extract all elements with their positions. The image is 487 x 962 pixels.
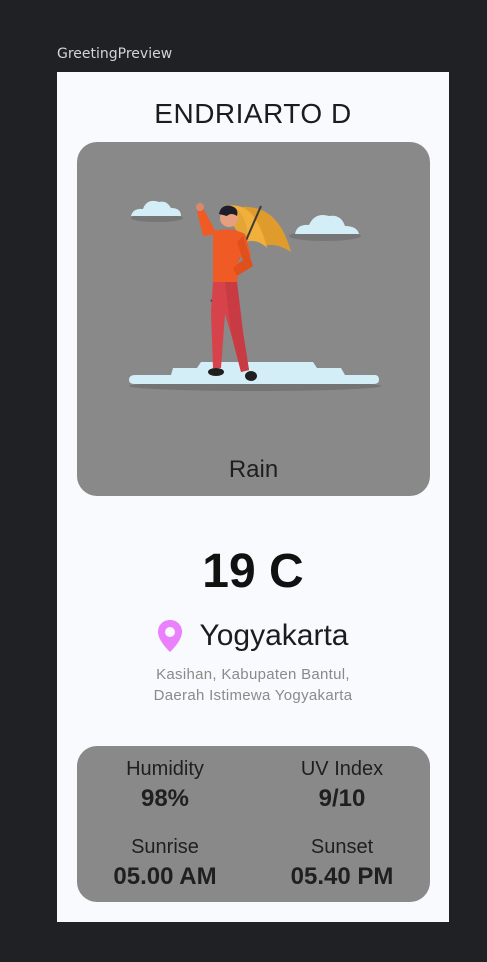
location-row: Yogyakarta — [57, 616, 449, 656]
weather-stats-card: Humidity 98% UV Index 9/10 Sunrise 05.00… — [77, 746, 430, 902]
address-line-1: Kasihan, Kabupaten Bantul, — [156, 666, 350, 683]
humidity-stat: Humidity 98% — [77, 758, 253, 813]
uv-index-value: 9/10 — [318, 785, 366, 812]
cloud-right-icon — [289, 215, 361, 241]
preview-label: GreetingPreview — [57, 46, 173, 62]
user-name-title: ENDRIARTO D — [154, 98, 352, 129]
sunrise-value: 05.00 AM — [113, 863, 217, 890]
address-line-2: Daerah Istimewa Yogyakarta — [153, 687, 353, 704]
sunrise-stat: Sunrise 05.00 AM — [77, 836, 253, 891]
city-name: Yogyakarta — [199, 619, 349, 652]
cloud-left-icon — [131, 200, 183, 222]
person-with-umbrella-illustration — [129, 200, 381, 391]
humidity-label: Humidity — [126, 758, 204, 780]
humidity-value: 98% — [140, 785, 190, 812]
uv-index-stat: UV Index 9/10 — [254, 758, 430, 813]
weather-condition-label: Rain — [228, 456, 279, 483]
sunset-stat: Sunset 05.40 PM — [254, 836, 430, 891]
sunset-label: Sunset — [310, 836, 374, 858]
sunset-value: 05.40 PM — [290, 863, 394, 890]
phone-screen: ENDRIARTO D Rain 19 C Yogyakarta Kasihan… — [57, 72, 449, 922]
location-pin-icon — [158, 620, 183, 652]
uv-index-label: UV Index — [300, 758, 384, 780]
temperature-value: 19 C — [202, 545, 304, 598]
sunrise-label: Sunrise — [131, 836, 199, 858]
weather-card: Rain — [77, 142, 430, 496]
address-text: Kasihan, Kabupaten Bantul, Daerah Istime… — [57, 664, 449, 706]
